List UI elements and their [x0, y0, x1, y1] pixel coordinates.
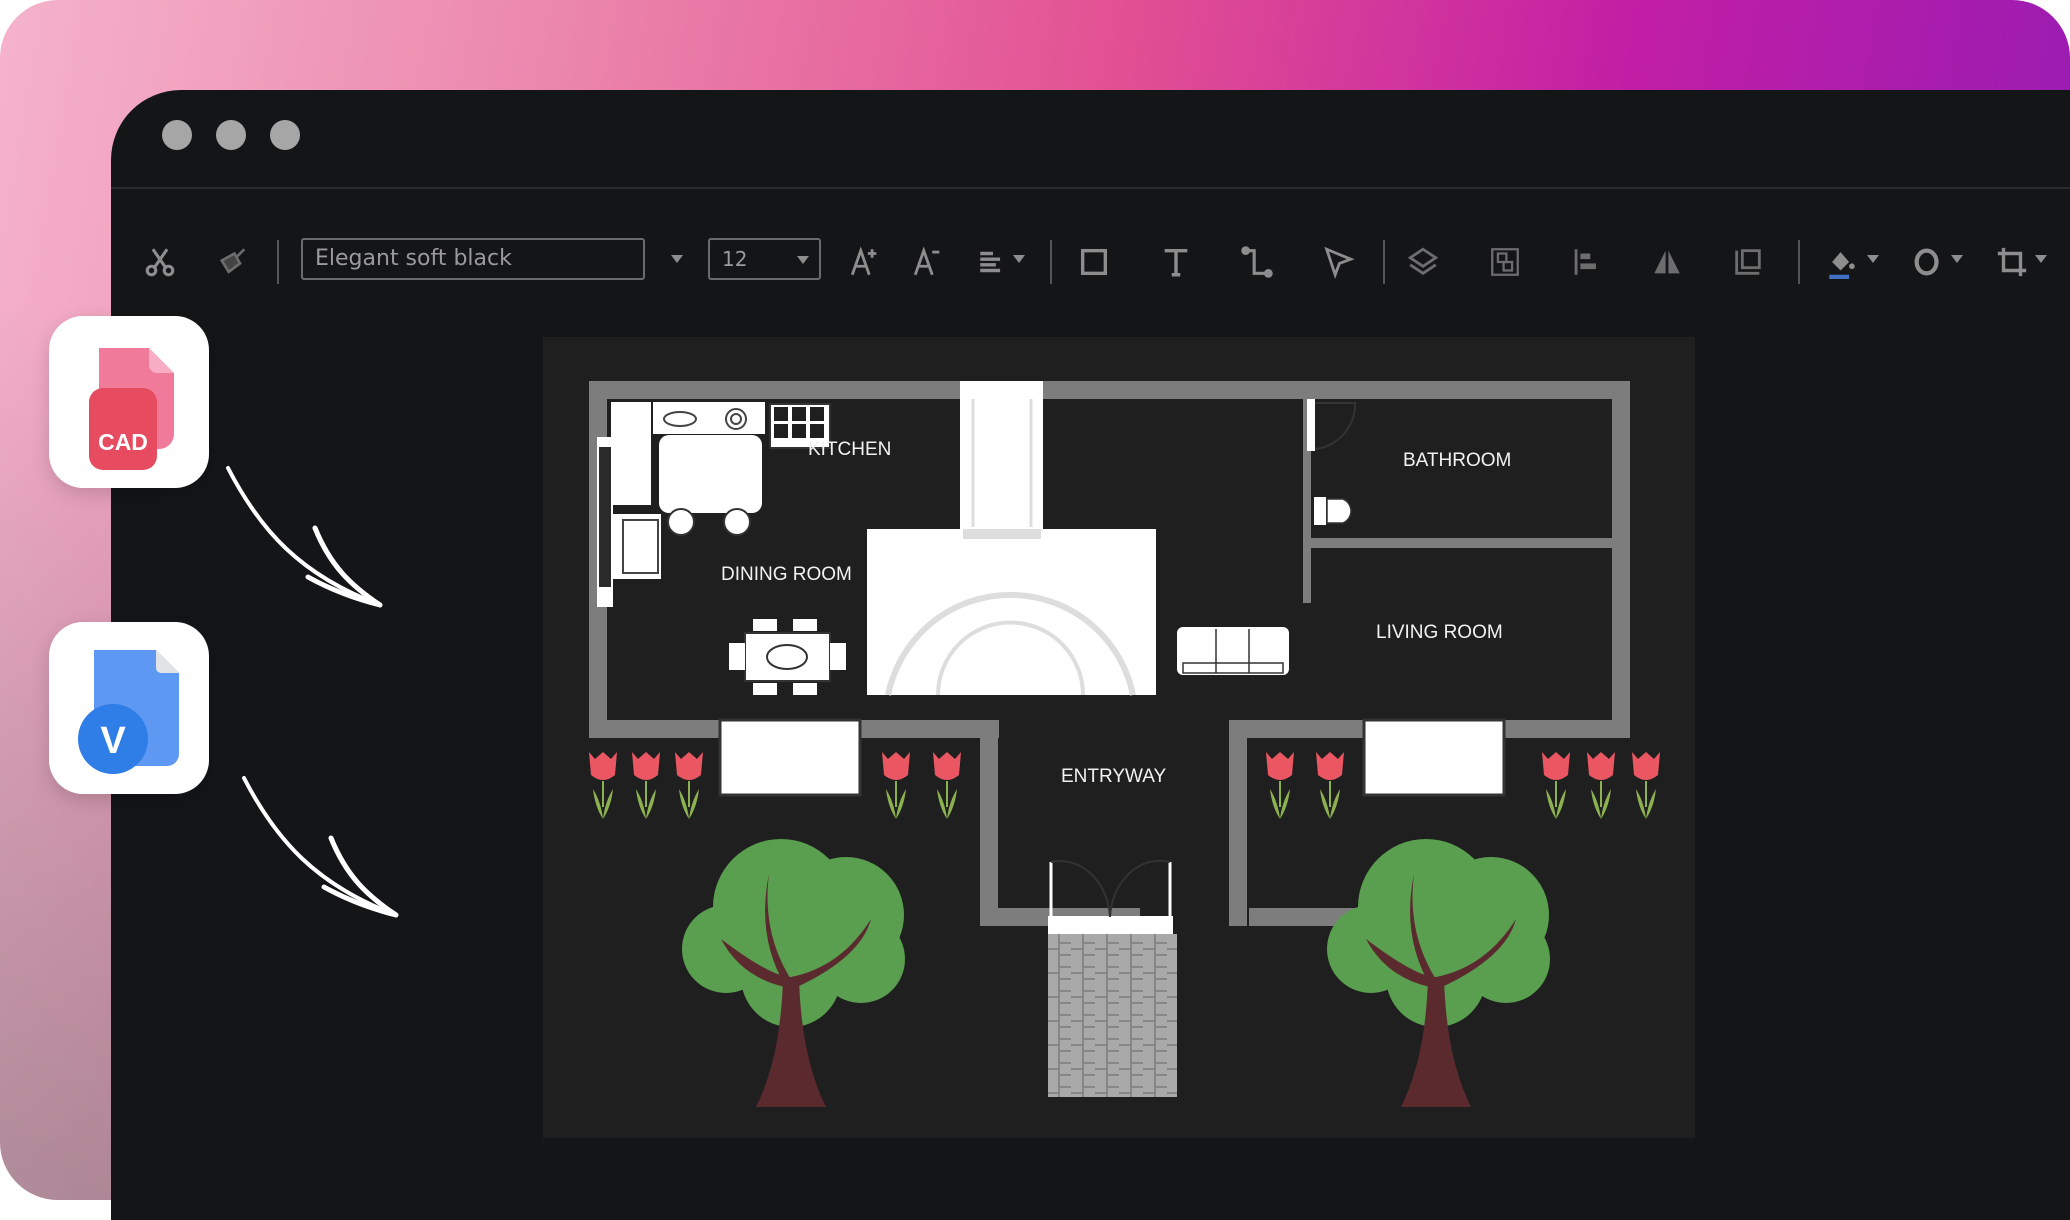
font-size-value: 12 [722, 247, 748, 271]
tulip-icon [882, 752, 910, 819]
tulip-icon [1266, 752, 1294, 819]
window [718, 718, 862, 797]
room-label-kitchen: KITCHEN [808, 439, 892, 460]
walkway [1048, 934, 1177, 1097]
app-window: Elegant soft black 12 KITCHEN DINING ROO… [111, 90, 2070, 1220]
tree-icon [1327, 839, 1550, 1107]
cad-label: CAD [98, 429, 148, 455]
tulip-icon [1542, 752, 1570, 819]
room-label-bathroom: BATHROOM [1403, 450, 1512, 471]
window [1362, 718, 1506, 797]
toolbar-separator [277, 240, 279, 284]
flip-icon[interactable] [1645, 240, 1689, 284]
window-minimize-button[interactable] [216, 120, 246, 150]
pointer-icon[interactable] [1316, 240, 1360, 284]
font-size-dropdown-icon[interactable] [797, 256, 809, 264]
kitchen-island [659, 435, 762, 513]
drawing-canvas[interactable]: KITCHEN DINING ROOM BATHROOM LIVING ROOM… [543, 337, 1695, 1138]
fill-dropdown-icon[interactable] [1867, 255, 1879, 263]
toolbar-separator [1798, 240, 1800, 284]
room-label-entryway: ENTRYWAY [1061, 766, 1167, 787]
arrange-icon[interactable] [1726, 240, 1770, 284]
visio-file-icon: V [78, 650, 179, 774]
staircase [867, 381, 1156, 696]
toolbar-separator [1050, 240, 1052, 284]
font-decrease-icon[interactable] [906, 240, 950, 284]
text-icon[interactable] [1154, 240, 1198, 284]
arrow-icon [242, 776, 399, 918]
floor-plan [589, 381, 1660, 1107]
tree-icon [682, 839, 905, 1107]
toilet [1314, 497, 1352, 525]
cad-file-card[interactable]: CAD [49, 316, 209, 488]
align-dropdown-icon[interactable] [1013, 255, 1025, 263]
crop-dropdown-icon[interactable] [2035, 255, 2047, 263]
font-family-dropdown-icon[interactable] [671, 255, 683, 263]
visio-label: V [100, 720, 126, 762]
tulip-icon [675, 752, 703, 819]
brush-icon[interactable] [211, 240, 255, 284]
bathroom-door [1307, 399, 1315, 451]
tulip-icon [1632, 752, 1660, 819]
tulip-icon [632, 752, 660, 819]
align-objects-icon[interactable] [1564, 240, 1608, 284]
arrow-icon [226, 466, 383, 608]
group-icon[interactable] [1483, 240, 1527, 284]
tulip-icon [589, 752, 617, 819]
room-label-dining: DINING ROOM [721, 564, 852, 585]
crop-icon[interactable] [1990, 240, 2034, 284]
toolbar: Elegant soft black 12 [111, 220, 2070, 304]
font-increase-icon[interactable] [843, 240, 887, 284]
shape-dropdown-icon[interactable] [1951, 255, 1963, 263]
tulip-icon [933, 752, 961, 819]
font-family-select[interactable]: Elegant soft black [301, 238, 645, 280]
tulip-icon [1316, 752, 1344, 819]
bar-stool [667, 508, 695, 536]
visio-file-card[interactable]: V [49, 622, 209, 794]
cad-file-icon: CAD [89, 348, 174, 470]
dining-table [729, 619, 846, 695]
align-left-icon[interactable] [971, 240, 1015, 284]
shape-icon[interactable] [1906, 240, 1950, 284]
sofa [1177, 627, 1289, 675]
room-label-living: LIVING ROOM [1376, 622, 1503, 643]
window-close-button[interactable] [162, 120, 192, 150]
connector-icon[interactable] [1235, 240, 1279, 284]
entry-door [1048, 859, 1173, 934]
toolbar-separator [1383, 240, 1385, 284]
titlebar-divider [111, 187, 2070, 189]
scissors-icon[interactable] [138, 240, 182, 284]
window-maximize-button[interactable] [270, 120, 300, 150]
paint-bucket-icon[interactable] [1820, 240, 1864, 284]
bar-stool [723, 508, 751, 536]
tulip-icon [1587, 752, 1615, 819]
layers-icon[interactable] [1401, 240, 1445, 284]
rectangle-icon[interactable] [1072, 240, 1116, 284]
